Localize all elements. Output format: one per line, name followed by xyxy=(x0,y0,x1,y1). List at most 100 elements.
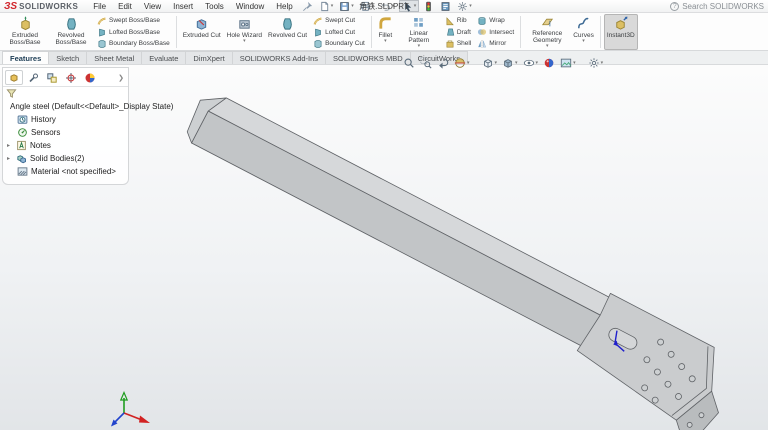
rebuild-button[interactable] xyxy=(421,0,436,12)
fillet-icon xyxy=(378,16,393,31)
dimxpertmanager-tab[interactable] xyxy=(62,70,80,85)
apply-scene-button[interactable]: ▾ xyxy=(559,56,577,70)
section-view-button[interactable]: ▾ xyxy=(453,56,471,70)
curves-button[interactable]: Curves ▾ xyxy=(570,14,597,50)
chevron-down-icon: ▾ xyxy=(331,4,334,9)
ribbon-separator xyxy=(600,16,601,48)
orientation-triad[interactable] xyxy=(108,391,154,431)
chevron-down-icon: ▾ xyxy=(601,61,604,66)
file-properties-button[interactable] xyxy=(438,0,453,12)
shell-button[interactable]: Shell xyxy=(444,38,472,49)
search-box[interactable]: ? Search SOLIDWORKS xyxy=(670,2,764,11)
extruded-cut-icon xyxy=(194,16,209,31)
pin-menu-button[interactable] xyxy=(300,0,315,12)
featuremanager-tree-tab[interactable] xyxy=(5,70,23,85)
help-icon[interactable]: ? xyxy=(670,2,679,11)
chevron-down-icon: ▾ xyxy=(573,61,576,66)
edit-appearance-button[interactable] xyxy=(542,56,556,70)
undo-button[interactable]: ▾ xyxy=(378,0,397,12)
tree-item-solid-bodies[interactable]: ▸ Solid Bodies(2) xyxy=(3,152,128,165)
search-input[interactable]: Search SOLIDWORKS xyxy=(682,2,764,11)
view-orientation-button[interactable]: ▾ xyxy=(481,56,499,70)
save-button[interactable]: ▾ xyxy=(337,0,356,12)
tab-evaluate[interactable]: Evaluate xyxy=(141,51,186,64)
ribbon-separator xyxy=(176,16,177,48)
tab-solidworks-add-ins[interactable]: SOLIDWORKS Add-Ins xyxy=(232,51,326,64)
boss-stack: Swept Boss/Base Lofted Boss/Base Boundar… xyxy=(94,14,173,50)
tree-item-material[interactable]: Material <not specified> xyxy=(3,165,128,178)
tab-solidworks-mbd[interactable]: SOLIDWORKS MBD xyxy=(325,51,411,64)
hole-wizard-button[interactable]: Hole Wizard ▾ xyxy=(224,14,265,50)
extruded-cut-button[interactable]: Extruded Cut xyxy=(180,14,224,50)
tree-item-notes[interactable]: ▸ Notes xyxy=(3,139,128,152)
display-style-button[interactable]: ▾ xyxy=(501,56,519,70)
section-view-icon xyxy=(454,57,466,69)
options-button[interactable]: ▾ xyxy=(455,0,474,12)
menu-view[interactable]: View xyxy=(139,2,166,11)
menu-insert[interactable]: Insert xyxy=(168,2,198,11)
button-label: Shell xyxy=(457,40,471,47)
configurationmanager-tab[interactable] xyxy=(43,70,61,85)
reference-geometry-button[interactable]: Reference Geometry ▾ xyxy=(524,14,570,50)
boundary-cut-button[interactable]: Boundary Cut xyxy=(312,38,366,49)
button-label: Rib xyxy=(457,17,467,24)
rib-button[interactable]: Rib xyxy=(444,15,472,26)
tree-item-history[interactable]: History xyxy=(3,113,128,126)
linear-pattern-icon xyxy=(411,16,426,29)
lofted-cut-button[interactable]: Lofted Cut xyxy=(312,27,366,38)
lofted-boss-base-button[interactable]: Lofted Boss/Base xyxy=(96,27,171,38)
tab-sheet-metal[interactable]: Sheet Metal xyxy=(86,51,142,64)
mirror-icon xyxy=(477,39,487,49)
swept-boss-base-button[interactable]: Swept Boss/Base xyxy=(96,15,171,26)
linear-pattern-button[interactable]: Linear Pattern ▾ xyxy=(396,14,442,50)
tree-root-label: Angle steel (Default<<Default>_Display S… xyxy=(10,102,173,111)
view-settings-icon xyxy=(588,57,600,69)
swept-cut-button[interactable]: Swept Cut xyxy=(312,15,366,26)
view-settings-button[interactable]: ▾ xyxy=(587,56,605,70)
menu-window[interactable]: Window xyxy=(231,2,269,11)
graphics-viewport[interactable]: ▾ ▾ ▾ ▾ ▾ ▾ ❯ Angle steel (Default<<Defa… xyxy=(0,65,768,430)
solidworks-logo-mark: ЗS xyxy=(4,1,17,12)
revolved-boss-base-button[interactable]: Revolved Boss/Base xyxy=(48,14,94,50)
tab-features[interactable]: Features xyxy=(2,51,49,64)
tab-sketch[interactable]: Sketch xyxy=(48,51,87,64)
wrap-button[interactable]: Wrap xyxy=(476,15,515,26)
chevron-down-icon: ▾ xyxy=(372,4,375,9)
tab-dimxpert[interactable]: DimXpert xyxy=(185,51,232,64)
button-label: Swept Cut xyxy=(325,17,355,24)
display-style-icon xyxy=(502,57,514,69)
menu-tools[interactable]: Tools xyxy=(200,2,229,11)
zoom-to-area-button[interactable] xyxy=(419,56,433,70)
fillet-button[interactable]: Fillet ▾ xyxy=(375,14,396,50)
button-label: Extruded Cut xyxy=(183,32,221,39)
tree-item-sensors[interactable]: Sensors xyxy=(3,126,128,139)
intersect-button[interactable]: Intersect xyxy=(476,27,515,38)
panel-expand-chevron[interactable]: ❯ xyxy=(116,74,126,82)
boundary-boss-base-button[interactable]: Boundary Boss/Base xyxy=(96,38,171,49)
menu-file[interactable]: File xyxy=(88,2,111,11)
draft-button[interactable]: Draft xyxy=(444,27,472,38)
edit-appearance-icon xyxy=(543,57,555,69)
select-tool-button[interactable]: ▾ xyxy=(399,0,420,12)
propertymanager-tab[interactable] xyxy=(24,70,42,85)
print-button[interactable]: ▾ xyxy=(358,0,377,12)
mirror-button[interactable]: Mirror xyxy=(476,38,515,49)
revolved-cut-button[interactable]: Revolved Cut xyxy=(265,14,310,50)
new-document-button[interactable]: ▾ xyxy=(317,0,336,12)
zoom-to-fit-button[interactable] xyxy=(402,56,416,70)
menu-edit[interactable]: Edit xyxy=(113,2,137,11)
chevron-down-icon: ▾ xyxy=(384,39,387,44)
extruded-boss-base-button[interactable]: Extruded Boss/Base xyxy=(2,14,48,50)
instant3d-button[interactable]: Instant3D xyxy=(604,14,638,50)
feature-manager-panel: ❯ Angle steel (Default<<Default>_Display… xyxy=(2,67,129,185)
expand-arrow-icon[interactable]: ▸ xyxy=(7,155,13,162)
filter-funnel-icon[interactable] xyxy=(6,88,17,99)
previous-view-button[interactable] xyxy=(436,56,450,70)
expand-arrow-icon[interactable]: ▸ xyxy=(7,142,13,149)
menu-help[interactable]: Help xyxy=(271,2,297,11)
hide-show-items-icon xyxy=(523,57,535,69)
chevron-down-icon: ▾ xyxy=(243,39,246,44)
displaymanager-tab[interactable] xyxy=(81,70,99,85)
tree-root-part[interactable]: Angle steel (Default<<Default>_Display S… xyxy=(3,100,128,113)
hide-show-items-button[interactable]: ▾ xyxy=(522,56,540,70)
